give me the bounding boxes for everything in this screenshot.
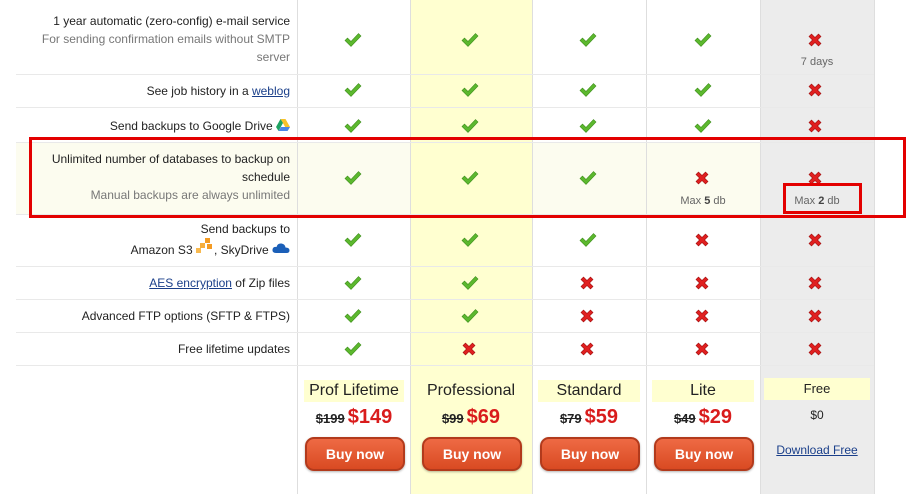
plan-name-standard: Standard — [538, 380, 640, 402]
row-divider — [16, 74, 874, 75]
row-divider — [16, 107, 874, 108]
feature-label: Amazon S3 — [130, 243, 193, 257]
price-standard: $79 $59 — [532, 406, 646, 429]
row-divider — [16, 266, 874, 267]
buy-now-button-lite[interactable]: Buy now — [654, 437, 754, 471]
old-price: $99 — [441, 411, 464, 426]
price-prof-lifetime: $199 $149 — [297, 406, 411, 429]
buy-now-button-prof-lifetime[interactable]: Buy now — [305, 437, 405, 471]
feature-amazon-skydrive: Send backups to Amazon S3 , SkyDrive — [16, 220, 290, 259]
feature-label: of Zip files — [231, 276, 290, 290]
feature-label: Free lifetime updates — [177, 342, 290, 356]
check-icon — [579, 82, 597, 100]
check-icon — [579, 32, 597, 50]
feature-label: Send backups to — [200, 222, 290, 236]
old-price: $49 — [673, 411, 696, 426]
row-divider — [16, 299, 874, 300]
grid-line — [874, 0, 875, 494]
new-price: $149 — [347, 406, 393, 428]
plan-name-prof-lifetime: Prof Lifetime — [304, 380, 404, 402]
feature-sublabel: server — [256, 50, 290, 64]
check-icon — [344, 232, 362, 250]
feature-google-drive: Send backups to Google Drive — [16, 117, 290, 135]
check-icon — [694, 32, 712, 50]
check-icon — [694, 82, 712, 100]
cross-icon — [694, 232, 712, 250]
feature-label: Advanced FTP options (SFTP & FTPS) — [81, 309, 290, 323]
cross-icon — [807, 82, 825, 100]
cross-icon — [807, 275, 825, 293]
cross-icon — [807, 232, 825, 250]
plan-name-free: Free — [764, 378, 870, 400]
check-icon — [461, 32, 479, 50]
feature-job-history: See job history in a weblog — [16, 82, 290, 100]
skydrive-icon — [272, 242, 290, 254]
cross-icon — [579, 341, 597, 359]
check-icon — [461, 232, 479, 250]
cross-icon — [694, 308, 712, 326]
price-professional: $99 $69 — [414, 406, 528, 429]
feature-label: 1 year automatic (zero-config) e-mail se… — [53, 14, 290, 28]
feature-aes-encryption: AES encryption of Zip files — [16, 274, 290, 292]
google-drive-icon — [276, 119, 290, 132]
feature-lifetime-updates: Free lifetime updates — [16, 340, 290, 358]
cross-icon — [807, 118, 825, 136]
feature-label: Send backups to Google Drive — [109, 119, 273, 133]
price-free: $0 — [810, 408, 824, 422]
cross-icon — [694, 275, 712, 293]
old-price: $79 — [559, 411, 582, 426]
feature-label: See job history in a — [146, 84, 252, 98]
check-icon — [344, 308, 362, 326]
check-icon — [344, 118, 362, 136]
check-icon — [344, 275, 362, 293]
check-icon — [461, 82, 479, 100]
cross-icon — [579, 275, 597, 293]
plan-name-professional: Professional — [426, 382, 516, 399]
check-icon — [461, 275, 479, 293]
weblog-link[interactable]: weblog — [252, 84, 290, 98]
feature-advanced-ftp: Advanced FTP options (SFTP & FTPS) — [16, 307, 290, 325]
aes-encryption-link[interactable]: AES encryption — [149, 276, 232, 290]
cross-icon — [807, 341, 825, 359]
row-highlight-box — [29, 137, 906, 218]
new-price: $29 — [698, 406, 733, 428]
check-icon — [461, 118, 479, 136]
amazon-s3-icon — [195, 238, 214, 254]
check-icon — [344, 82, 362, 100]
old-price: $199 — [315, 411, 345, 426]
cross-icon — [807, 32, 825, 50]
check-icon — [579, 232, 597, 250]
feature-sublabel: For sending confirmation emails without … — [41, 32, 290, 46]
row-divider — [16, 365, 874, 366]
row-divider — [16, 332, 874, 333]
check-icon — [344, 341, 362, 359]
cross-icon — [461, 341, 479, 359]
cross-icon — [579, 308, 597, 326]
free-email-note: 7 days — [800, 56, 834, 68]
feature-label: , SkyDrive — [213, 243, 269, 257]
buy-now-button-standard[interactable]: Buy now — [540, 437, 640, 471]
cross-icon — [694, 341, 712, 359]
price-lite: $49 $29 — [646, 406, 760, 429]
cross-icon — [807, 308, 825, 326]
plan-name-lite: Lite — [652, 380, 754, 402]
check-icon — [461, 308, 479, 326]
check-icon — [579, 118, 597, 136]
feature-email-service: 1 year automatic (zero-config) e-mail se… — [16, 12, 290, 66]
new-price: $59 — [584, 406, 619, 428]
new-price: $69 — [466, 406, 501, 428]
download-free-link[interactable]: Download Free — [762, 443, 872, 457]
buy-now-button-professional[interactable]: Buy now — [422, 437, 522, 471]
check-icon — [694, 118, 712, 136]
check-icon — [344, 32, 362, 50]
free-limit-highlight-box — [783, 183, 862, 214]
